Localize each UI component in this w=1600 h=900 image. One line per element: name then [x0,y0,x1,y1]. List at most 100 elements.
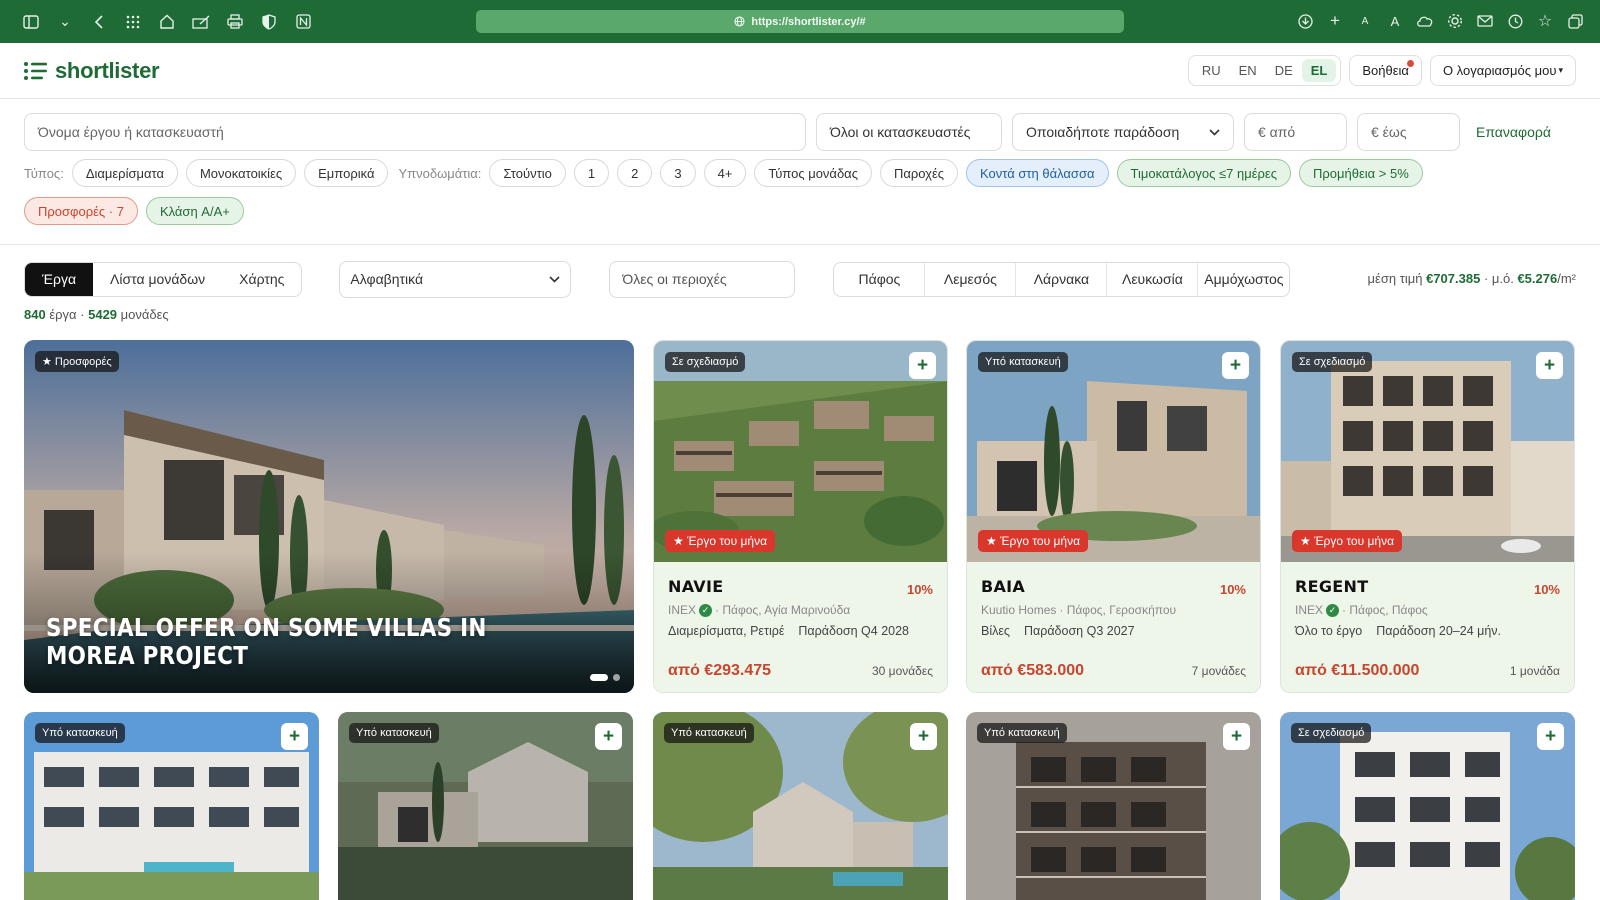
help-label: Βοήθεια [1362,63,1409,78]
project-name: BAIA [981,577,1026,596]
project-delivery: Παράδοση 20–24 μήν. [1376,624,1501,638]
chip-apartments[interactable]: Διαμερίσματα [71,159,178,187]
project-grid: ★ Προσφορές SPECIAL OFFER ON SOME VILLAS… [0,340,1600,900]
status-badge: Υπό κατασκευή [978,352,1068,372]
chip-energy-class[interactable]: Κλάση A/A+ [145,197,244,225]
text-smaller-icon[interactable]: A [1350,6,1380,36]
chip-pricelist[interactable]: Τιμοκατάλογος ≤7 ημέρες [1116,159,1291,187]
sort-select[interactable]: Αλφαβητικά [339,260,572,298]
project-card[interactable]: Υπό κατασκευή + [653,712,948,900]
reset-link[interactable]: Επαναφορά [1476,124,1551,140]
sidebar-toggle-icon[interactable] [14,7,48,37]
project-card-navie[interactable]: Σε σχεδιασμό + ★ Έργο του μήνα NAVIE 10%… [653,340,948,693]
units-count: 5429 [88,307,118,322]
chevron-down-icon[interactable]: ⌄ [48,7,82,37]
commission-percent: 10% [1219,582,1246,597]
tab-map[interactable]: Χάρτης [222,263,301,296]
project-card[interactable]: Υπό κατασκευή + [24,712,319,900]
avg-sep: · μ.ό. [1483,271,1514,286]
delivery-value: Οποιαδήποτε παράδοση [1026,124,1180,140]
projects-count: 840 [24,307,46,322]
mail-icon[interactable] [1470,6,1500,36]
add-shortlist-button[interactable]: + [1536,352,1563,379]
chip-bed-3[interactable]: 3 [660,159,696,187]
lang-de[interactable]: DE [1266,59,1302,82]
chip-amenities[interactable]: Παροχές [879,159,959,187]
add-shortlist-button[interactable]: + [909,352,936,379]
add-shortlist-button[interactable]: + [281,723,308,750]
chip-bed-1[interactable]: 1 [573,159,610,187]
star-icon[interactable]: ☆ [1530,6,1560,36]
home-icon[interactable] [150,7,184,37]
apps-grid-icon[interactable] [116,7,150,37]
project-card[interactable]: Υπό κατασκευή + [966,712,1261,900]
gear-icon[interactable] [1440,6,1470,36]
account-button[interactable]: Ο λογαριασμός μου ▾ [1429,55,1576,86]
project-card[interactable]: Υπό κατασκευή + [338,712,633,900]
chip-commission[interactable]: Προμήθεια > 5% [1298,159,1423,187]
price-from-input[interactable]: € από [1244,113,1347,151]
carousel-dots[interactable] [590,674,620,681]
chip-commercial[interactable]: Εμπορικά [304,159,389,187]
project-delivery: Παράδοση Q3 2027 [1023,624,1135,638]
project-type: Όλο το έργο [1295,624,1363,638]
print-icon[interactable] [218,7,252,37]
shield-icon[interactable] [252,7,286,37]
edit-icon[interactable] [184,7,218,37]
back-icon[interactable] [82,7,116,37]
project-card-regent[interactable]: Σε σχεδιασμό + ★ Έργο του μήνα REGENT 10… [1280,340,1575,693]
notion-icon[interactable] [286,7,320,37]
project-card-baia[interactable]: Υπό κατασκευή + ★ Έργο του μήνα BAIA 10%… [966,340,1261,693]
offers-badge: ★ Προσφορές [35,351,119,372]
chip-near-sea[interactable]: Κοντά στη θάλασσα [966,159,1109,187]
lang-ru[interactable]: RU [1193,59,1230,82]
city-famagusta[interactable]: Αμμόχωστος [1198,263,1289,296]
carousel-dot-active[interactable] [590,674,608,681]
search-input[interactable]: Όνομα έργου ή κατασκευαστή [24,113,806,151]
help-button[interactable]: Βοήθεια [1349,55,1422,86]
project-units: 1 μονάδα [1509,664,1560,678]
project-location: · Πάφος, Γεροσκήπου [1059,603,1177,617]
chip-studio[interactable]: Στούντιο [489,159,566,187]
lang-en[interactable]: EN [1230,59,1266,82]
avg-unit: /m² [1557,271,1576,286]
tab-projects[interactable]: Έργα [25,262,94,296]
status-badge: Σε σχεδιασμό [665,352,746,372]
add-shortlist-button[interactable]: + [1223,723,1250,750]
history-icon[interactable] [1500,6,1530,36]
chip-houses[interactable]: Μονοκατοικίες [185,159,297,187]
city-limassol[interactable]: Λεμεσός [925,262,1017,296]
address-bar[interactable]: https://shortlister.cy/# [476,10,1124,33]
chip-unit-type[interactable]: Τύπος μονάδας [754,159,872,187]
add-shortlist-button[interactable]: + [1222,352,1249,379]
caret-down-icon: ▾ [1558,65,1563,75]
chip-bed-2[interactable]: 2 [617,159,653,187]
delivery-select[interactable]: Οποιαδήποτε παράδοση [1012,113,1234,151]
project-card[interactable]: Σε σχεδιασμό + [1280,712,1575,900]
project-delivery: Παράδοση Q4 2028 [798,624,910,638]
city-paphos[interactable]: Πάφος [834,262,926,296]
add-shortlist-button[interactable]: + [1537,723,1564,750]
price-to-input[interactable]: € έως [1357,113,1460,151]
tab-unit-list[interactable]: Λίστα μονάδων [93,263,222,296]
logo[interactable]: shortlister [24,58,160,84]
add-shortlist-button[interactable]: + [910,723,937,750]
featured-banner[interactable]: ★ Προσφορές SPECIAL OFFER ON SOME VILLAS… [24,340,634,693]
card-body: REGENT 10% INEX ✓ · Πάφος, Πάφος Όλο το έρ… [1281,562,1574,692]
carousel-dot[interactable] [613,674,620,681]
city-larnaca[interactable]: Λάρνακα [1016,262,1108,296]
lang-el[interactable]: EL [1301,59,1337,82]
add-shortlist-button[interactable]: + [595,723,622,750]
language-switcher: RU EN DE EL [1187,55,1342,86]
text-larger-icon[interactable]: A [1380,6,1410,36]
city-nicosia[interactable]: Λευκωσία [1107,262,1199,296]
new-tab-icon[interactable]: + [1320,6,1350,36]
chip-offers[interactable]: Προσφορές · 7 [24,197,138,225]
download-icon[interactable] [1290,6,1320,36]
region-select[interactable]: Όλες οι περιοχές [609,260,796,298]
project-meta: Βίλες Παράδοση Q3 2027 [981,624,1246,638]
cloud-icon[interactable] [1410,6,1440,36]
developer-select[interactable]: Όλοι οι κατασκευαστές [816,113,1002,151]
tabs-icon[interactable] [1560,6,1590,36]
chip-bed-4plus[interactable]: 4+ [703,159,747,187]
